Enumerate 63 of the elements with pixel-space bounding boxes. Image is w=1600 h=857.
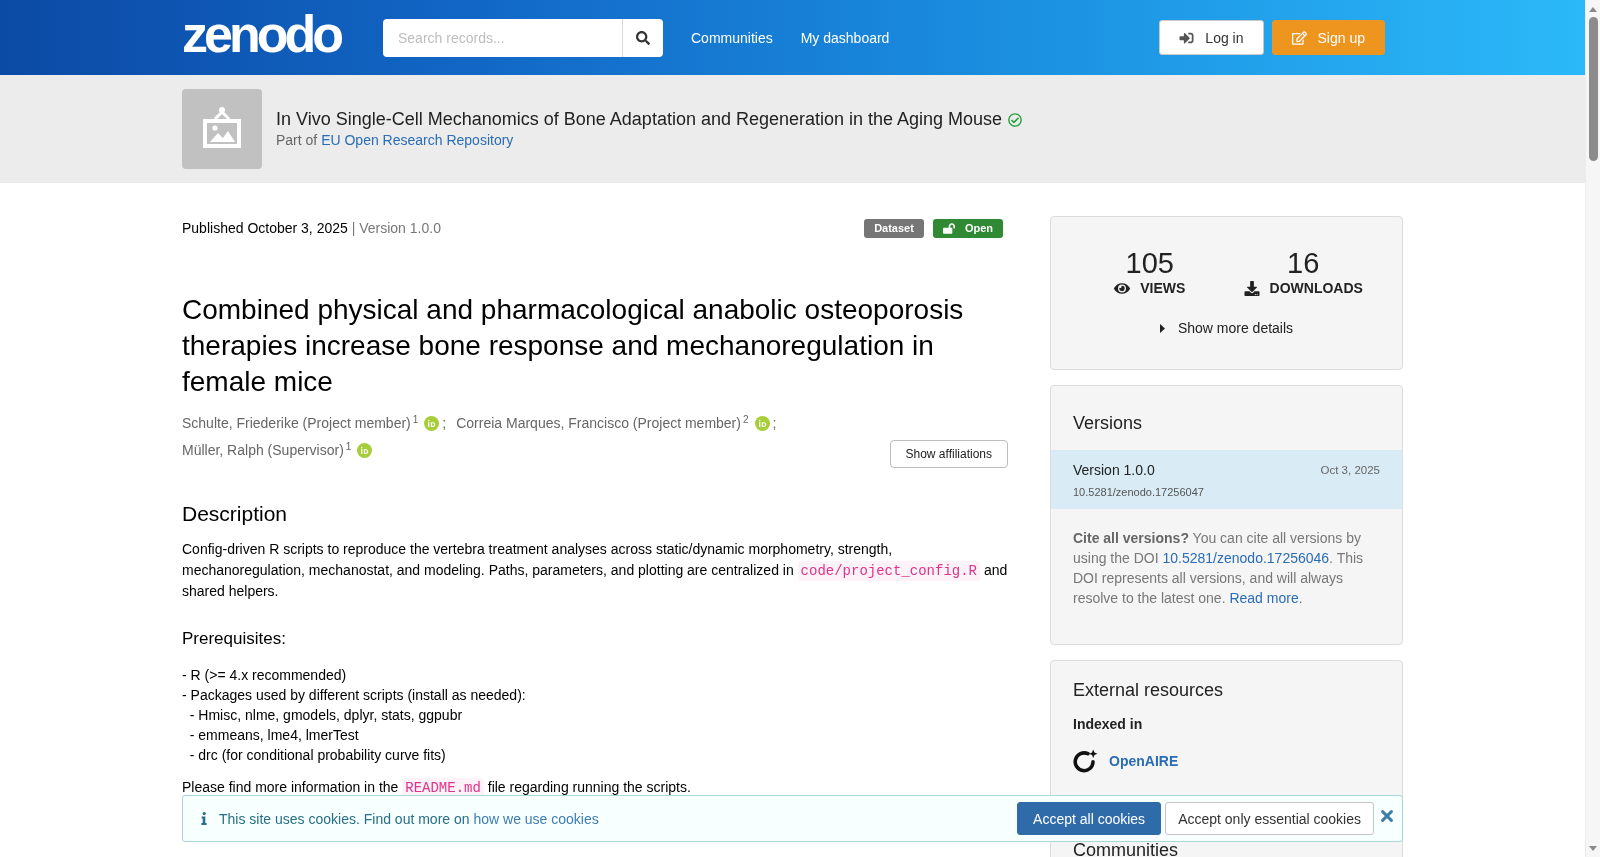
show-affiliations-button[interactable]: Show affiliations (889, 440, 1008, 468)
resource-link[interactable]: OpenAIRE (1109, 753, 1179, 769)
log-in-button[interactable]: Log in (1159, 20, 1264, 55)
subsection-heading: Prerequisites: (182, 627, 287, 650)
search-icon (636, 30, 650, 45)
scroll-down-icon[interactable] (1589, 846, 1597, 851)
community-link[interactable]: EU Open Research Repository (321, 132, 514, 148)
version-doi: 10.5281/zenodo.17256047 (1073, 485, 1205, 500)
id-icon[interactable] (754, 416, 770, 431)
scrollbar-thumb[interactable] (1588, 17, 1598, 161)
id-icon[interactable] (424, 416, 440, 431)
download-icon (1243, 280, 1260, 296)
version-label: Version 1.0.0 (1073, 461, 1155, 480)
card-title: External resources (1073, 679, 1225, 701)
scroll-up-icon[interactable] (1589, 7, 1597, 12)
sign-in-icon (1179, 30, 1195, 45)
creator-name[interactable]: Schulte, Friederike (Project member)$^{1}$ (182, 410, 419, 437)
part-of-text: Part of EU Open Research Repository (276, 131, 515, 150)
indexed-in-label: Indexed in (1073, 715, 1144, 734)
cite-all-versions-text: Cite all versions? You can cite all versions by using the DOI 10.5281/zenodo.17256046. This DOI represents all versions, and will always resolve to the latest one. Read more. (1073, 529, 1365, 608)
close-icon[interactable] (1381, 809, 1393, 822)
accept-essential-button[interactable]: Accept only essential cookies (1165, 802, 1374, 835)
cookie-message: This site uses cookies. Find out more on how we use cookies (219, 809, 599, 829)
prerequisite-line: - Hmisc, nlme, gmodels, dplyr, stats, ggpubr (188, 705, 464, 725)
search-button[interactable] (622, 18, 663, 57)
show-details-toggle[interactable]: Show more details (1159, 318, 1294, 338)
version-item[interactable]: Version 1.0.0 Oct 3, 2025 10.5281/zenodo.17256047 (1051, 450, 1402, 509)
prerequisite-line: - drc (for conditional probability curve fits) (188, 745, 447, 765)
separator-text: ; (442, 414, 447, 433)
stat-value: 105 (1125, 249, 1174, 278)
logo[interactable]: zenodo (182, 7, 340, 60)
nav-link[interactable]: My dashboard (800, 27, 890, 48)
stat-value: 16 (1287, 249, 1320, 278)
section-heading: Description (182, 501, 289, 527)
creator-name[interactable]: Müller, Ralph (Supervisor)$^{1}$ (182, 437, 352, 464)
unlocked-padlock-icon (942, 222, 955, 234)
prerequisite-line: - R (>= 4.x recommended) (182, 665, 348, 685)
search-field[interactable]: Search records... (383, 18, 622, 57)
stat-label: DOWNLOADS (1243, 278, 1363, 298)
description-paragraph: Config-driven R scripts to reproduce the vertebra treatment analyses across static/dynamic morphometry, strength, mechanoregulation, mechanostat, and modeling. Paths, parameters, and plotting are centralized in code/project_config.R and shared helpers. (182, 540, 1009, 601)
nav-link[interactable]: Communities (691, 27, 773, 48)
eye-icon (1114, 280, 1131, 296)
access-badge: Open (932, 218, 1003, 238)
ring-sparkle-icon (1073, 748, 1098, 774)
doi-link[interactable]: Read more (1229, 590, 1299, 606)
resource-type-badge: Dataset (864, 218, 924, 238)
prerequisite-line: - emmeans, lme4, lmerTest (188, 725, 360, 745)
info-icon (201, 812, 207, 825)
image-placeholder-icon (182, 89, 262, 169)
card-title: Communities (1073, 841, 1180, 857)
accept-all-button[interactable]: Accept all cookies (1017, 802, 1162, 835)
creator-name[interactable]: Correia Marques, Francisco (Project member)$^{2}$ (456, 410, 749, 437)
card-title: Versions (1072, 412, 1144, 434)
version-date: Oct 3, 2025 (1320, 463, 1380, 478)
record-title: Combined physical and pharmacological anabolic osteoporosis therapies increase bone response and mechanoregulation in female mice (182, 293, 965, 399)
separator-text: ; (772, 414, 777, 433)
publication-info: Published October 3, 2025 | Version 1.0.0 (182, 219, 441, 238)
prerequisite-line: - Packages used by different scripts (install as needed): (182, 685, 527, 705)
stat-label: VIEWS (1114, 278, 1186, 298)
scrollbar[interactable] (1585, 0, 1600, 857)
community-title: In Vivo Single-Cell Mechanomics of Bone Adaptation and Regeneration in the Aging Mouse (276, 108, 1003, 130)
cookie-policy-link[interactable]: how we use cookies (473, 810, 599, 827)
id-icon[interactable] (357, 443, 373, 458)
